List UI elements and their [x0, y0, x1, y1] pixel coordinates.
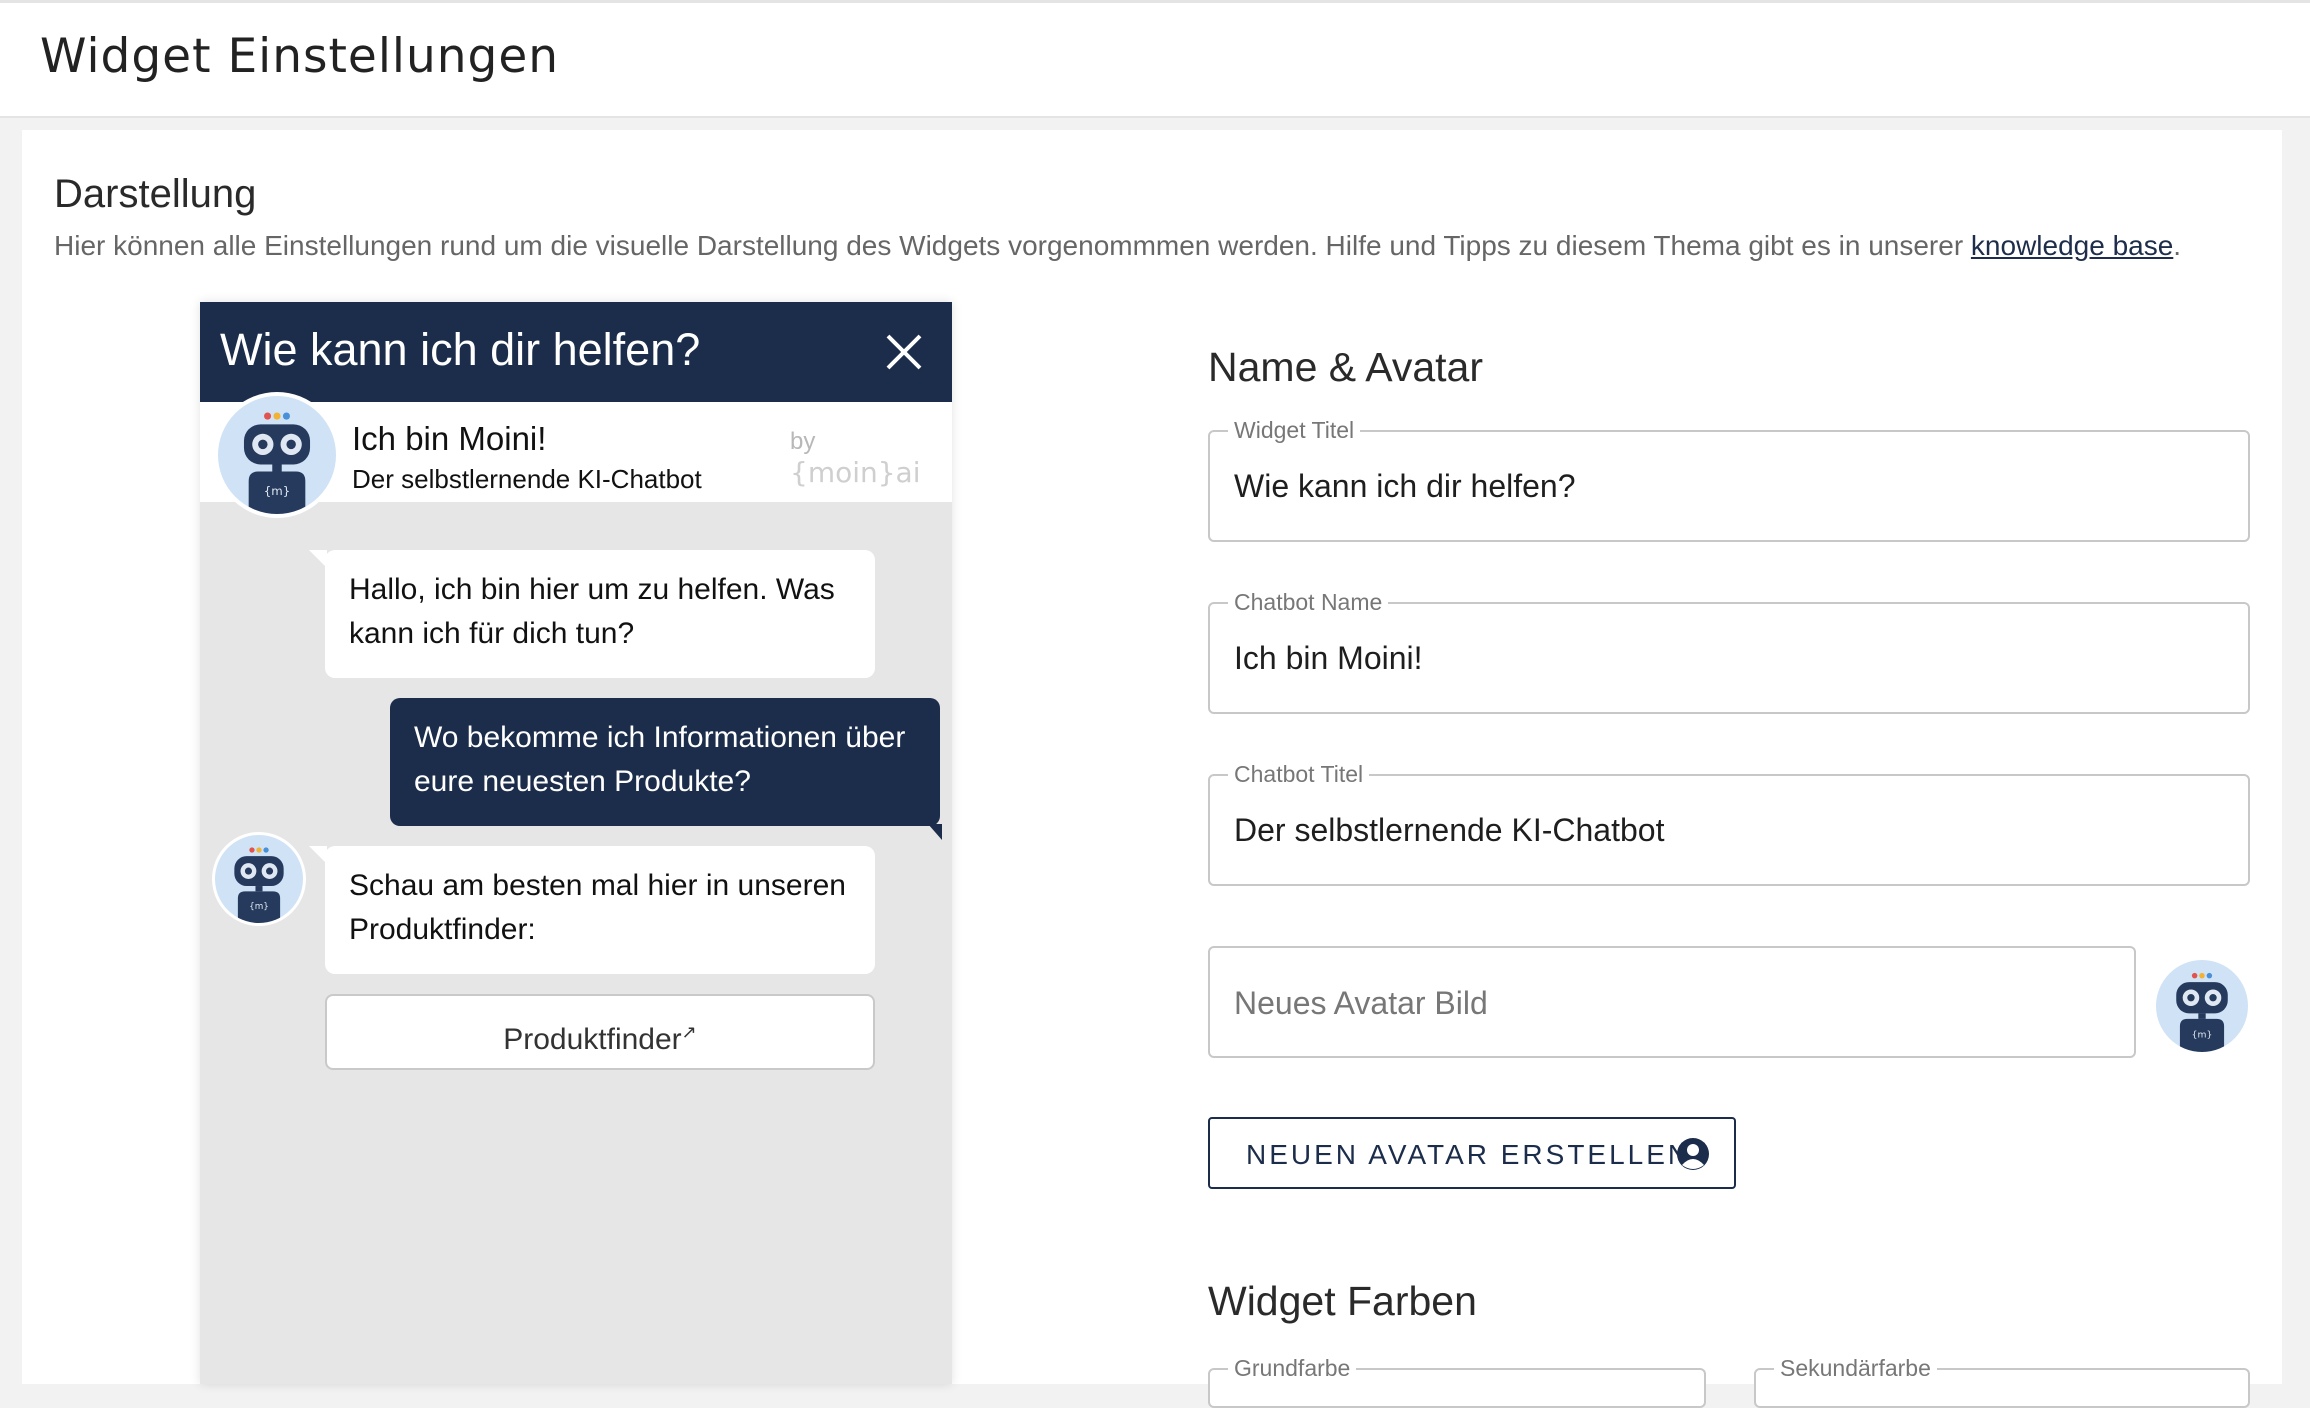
- bot-message: Hallo, ich bin hier um zu helfen. Was ka…: [309, 550, 875, 678]
- external-link-icon: ↗: [681, 1022, 697, 1042]
- chatbot-name-label: Chatbot Name: [1228, 588, 1389, 616]
- description-text: Hier können alle Einstellungen rund um d…: [54, 230, 1971, 261]
- bot-avatar: {m}: [214, 392, 340, 518]
- widget-title-label: Widget Titel: [1228, 416, 1361, 444]
- avatar-image-field[interactable]: [1208, 946, 2136, 1058]
- create-avatar-button[interactable]: NEUEN AVATAR ERSTELLEN: [1208, 1117, 1736, 1189]
- avatar-image-input[interactable]: [1232, 968, 2116, 1038]
- chatbot-name-value[interactable]: Ich bin Moini!: [1234, 640, 1423, 677]
- widget-header-title: Wie kann ich dir helfen?: [220, 324, 701, 375]
- bot-avatar-small: {m}: [212, 832, 306, 926]
- produktfinder-label: Produktfinder: [503, 1023, 682, 1056]
- brand-badge: by {moin}ai: [790, 428, 952, 489]
- bot-name: Ich bin Moini!: [352, 420, 547, 457]
- create-avatar-label: NEUEN AVATAR ERSTELLEN: [1246, 1139, 1692, 1170]
- description-end: .: [2173, 230, 2182, 261]
- brand-prefix: by: [790, 428, 816, 455]
- chatbot-title-label: Chatbot Titel: [1228, 760, 1370, 788]
- secondary-color-field[interactable]: Sekundärfarbe: [1754, 1354, 2250, 1408]
- chatbot-title-value[interactable]: Der selbstlernende KI-Chatbot: [1234, 812, 1664, 849]
- close-icon[interactable]: [880, 328, 928, 376]
- primary-color-field[interactable]: Grundfarbe: [1208, 1354, 1706, 1408]
- svg-text:{m}: {m}: [264, 484, 290, 498]
- user-message: Wo bekomme ich Informationen über eure n…: [390, 698, 942, 840]
- widget-header: Wie kann ich dir helfen?: [200, 302, 952, 402]
- robot-icon: {m}: [234, 847, 284, 923]
- name-avatar-heading: Name & Avatar: [1208, 344, 1483, 390]
- bot-subtitle: Der selbstlernende KI-Chatbot: [352, 464, 702, 494]
- user-circle-icon: [1677, 1138, 1709, 1170]
- widget-colors-heading: Widget Farben: [1208, 1278, 1477, 1324]
- secondary-color-label: Sekundärfarbe: [1774, 1354, 1937, 1382]
- chatbot-title-field[interactable]: Chatbot Titel Der selbstlernende KI-Chat…: [1208, 760, 2250, 886]
- svg-text:{m}: {m}: [2192, 1029, 2213, 1040]
- robot-icon: {m}: [2176, 972, 2228, 1052]
- widget-title-value[interactable]: Wie kann ich dir helfen?: [1234, 468, 1576, 505]
- page-title: Widget Einstellungen: [40, 29, 560, 84]
- knowledge-base-link[interactable]: knowledge base: [1971, 230, 2173, 261]
- widget-preview: Wie kann ich dir helfen? Ich bin Moini! …: [200, 302, 952, 1384]
- moinai-logo: {moin}ai: [790, 456, 921, 489]
- avatar-preview: {m}: [2156, 960, 2248, 1052]
- primary-color-label: Grundfarbe: [1228, 1354, 1357, 1382]
- produktfinder-button[interactable]: Produktfinder↗: [325, 994, 875, 1070]
- svg-text:{m}: {m}: [249, 902, 269, 912]
- section-title: Darstellung: [54, 172, 257, 216]
- chatbot-name-field[interactable]: Chatbot Name Ich bin Moini!: [1208, 588, 2250, 714]
- section-description: Hier können alle Einstellungen rund um d…: [54, 230, 2254, 262]
- widget-title-field[interactable]: Widget Titel Wie kann ich dir helfen?: [1208, 416, 2250, 542]
- bot-message: Schau am besten mal hier in unseren Prod…: [309, 846, 875, 974]
- top-bar: Widget Einstellungen: [0, 0, 2310, 118]
- robot-icon: {m}: [243, 412, 311, 514]
